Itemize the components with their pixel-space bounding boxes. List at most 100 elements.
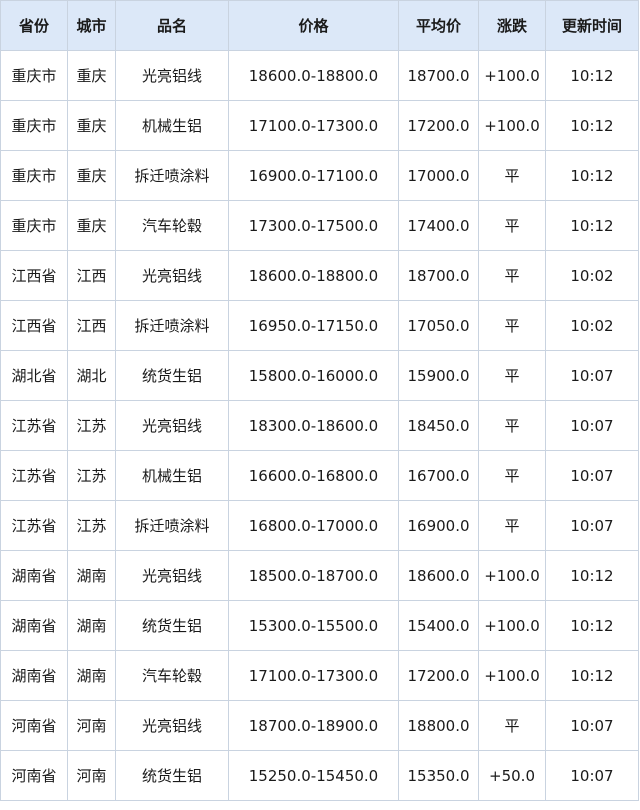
product-cell: 光亮铝线: [115, 700, 229, 751]
product-cell: 光亮铝线: [115, 250, 229, 301]
city-cell: 重庆: [67, 50, 116, 101]
city-cell: 重庆: [67, 100, 116, 151]
city-cell: 江苏: [67, 500, 116, 551]
header-product: 品名: [115, 0, 229, 51]
product-cell: 统货生铝: [115, 600, 229, 651]
change-cell: 平: [478, 150, 546, 201]
price-range-cell: 15300.0-15500.0: [228, 600, 399, 651]
price-range-cell: 18700.0-18900.0: [228, 700, 399, 751]
table-row: 江西省 江西 拆迁喷涂料 16950.0-17150.0 17050.0 平 10:02: [0, 300, 639, 351]
update-time-cell: 10:12: [545, 550, 639, 601]
update-time-cell: 10:12: [545, 600, 639, 651]
table-row: 重庆市 重庆 汽车轮毂 17300.0-17500.0 17400.0 平 10:12: [0, 200, 639, 251]
price-range-cell: 18300.0-18600.0: [228, 400, 399, 451]
update-time-cell: 10:07: [545, 450, 639, 501]
city-cell: 重庆: [67, 150, 116, 201]
table-row: 湖南省 湖南 汽车轮毂 17100.0-17300.0 17200.0 +100.0 10:…: [0, 650, 639, 701]
price-range-cell: 18600.0-18800.0: [228, 250, 399, 301]
city-cell: 河南: [67, 700, 116, 751]
update-time-cell: 10:12: [545, 150, 639, 201]
price-table: 省份 城市 品名 价格 平均价 涨跌 更新时间 重庆市 重庆 光亮铝线 18600.0…: [0, 0, 639, 801]
header-city: 城市: [67, 0, 116, 51]
product-cell: 光亮铝线: [115, 400, 229, 451]
table-row: 江苏省 江苏 拆迁喷涂料 16800.0-17000.0 16900.0 平 10:07: [0, 500, 639, 551]
update-time-cell: 10:12: [545, 100, 639, 151]
province-cell: 湖南省: [0, 600, 68, 651]
product-cell: 拆迁喷涂料: [115, 300, 229, 351]
price-range-cell: 15800.0-16000.0: [228, 350, 399, 401]
change-cell: 平: [478, 450, 546, 501]
province-cell: 河南省: [0, 700, 68, 751]
price-range-cell: 16600.0-16800.0: [228, 450, 399, 501]
update-time-cell: 10:02: [545, 250, 639, 301]
change-cell: +100.0: [478, 100, 546, 151]
update-time-cell: 10:12: [545, 650, 639, 701]
change-cell: 平: [478, 500, 546, 551]
update-time-cell: 10:07: [545, 500, 639, 551]
average-price-cell: 15350.0: [398, 750, 479, 801]
change-cell: 平: [478, 300, 546, 351]
product-cell: 拆迁喷涂料: [115, 150, 229, 201]
product-cell: 机械生铝: [115, 100, 229, 151]
average-price-cell: 16700.0: [398, 450, 479, 501]
city-cell: 江苏: [67, 450, 116, 501]
change-cell: +100.0: [478, 50, 546, 101]
price-range-cell: 17300.0-17500.0: [228, 200, 399, 251]
product-cell: 光亮铝线: [115, 50, 229, 101]
table-row: 湖南省 湖南 统货生铝 15300.0-15500.0 15400.0 +100.0 10:…: [0, 600, 639, 651]
city-cell: 湖北: [67, 350, 116, 401]
average-price-cell: 16900.0: [398, 500, 479, 551]
table-header: 省份 城市 品名 价格 平均价 涨跌 更新时间: [0, 0, 639, 51]
average-price-cell: 18700.0: [398, 250, 479, 301]
product-cell: 统货生铝: [115, 350, 229, 401]
price-range-cell: 16950.0-17150.0: [228, 300, 399, 351]
province-cell: 重庆市: [0, 100, 68, 151]
table-row: 湖南省 湖南 光亮铝线 18500.0-18700.0 18600.0 +100.0 10:…: [0, 550, 639, 601]
table-row: 重庆市 重庆 拆迁喷涂料 16900.0-17100.0 17000.0 平 10:12: [0, 150, 639, 201]
average-price-cell: 18800.0: [398, 700, 479, 751]
city-cell: 重庆: [67, 200, 116, 251]
average-price-cell: 18700.0: [398, 50, 479, 101]
change-cell: +100.0: [478, 650, 546, 701]
table-row: 湖北省 湖北 统货生铝 15800.0-16000.0 15900.0 平 10:07: [0, 350, 639, 401]
average-price-cell: 18450.0: [398, 400, 479, 451]
average-price-cell: 17200.0: [398, 100, 479, 151]
header-change: 涨跌: [478, 0, 546, 51]
province-cell: 江西省: [0, 250, 68, 301]
product-cell: 统货生铝: [115, 750, 229, 801]
price-range-cell: 17100.0-17300.0: [228, 100, 399, 151]
product-cell: 光亮铝线: [115, 550, 229, 601]
city-cell: 江西: [67, 300, 116, 351]
change-cell: 平: [478, 400, 546, 451]
city-cell: 江苏: [67, 400, 116, 451]
province-cell: 江苏省: [0, 450, 68, 501]
header-province: 省份: [0, 0, 68, 51]
average-price-cell: 15400.0: [398, 600, 479, 651]
price-range-cell: 16900.0-17100.0: [228, 150, 399, 201]
average-price-cell: 18600.0: [398, 550, 479, 601]
city-cell: 湖南: [67, 650, 116, 701]
average-price-cell: 17400.0: [398, 200, 479, 251]
province-cell: 江苏省: [0, 500, 68, 551]
table-row: 重庆市 重庆 光亮铝线 18600.0-18800.0 18700.0 +100.0 10:…: [0, 50, 639, 101]
province-cell: 湖南省: [0, 650, 68, 701]
change-cell: +100.0: [478, 600, 546, 651]
product-cell: 汽车轮毂: [115, 650, 229, 701]
update-time-cell: 10:12: [545, 50, 639, 101]
province-cell: 重庆市: [0, 200, 68, 251]
update-time-cell: 10:12: [545, 200, 639, 251]
update-time-cell: 10:02: [545, 300, 639, 351]
province-cell: 湖北省: [0, 350, 68, 401]
change-cell: 平: [478, 700, 546, 751]
header-price: 价格: [228, 0, 399, 51]
product-cell: 机械生铝: [115, 450, 229, 501]
table-row: 江苏省 江苏 机械生铝 16600.0-16800.0 16700.0 平 10:07: [0, 450, 639, 501]
province-cell: 重庆市: [0, 150, 68, 201]
update-time-cell: 10:07: [545, 350, 639, 401]
city-cell: 湖南: [67, 600, 116, 651]
city-cell: 河南: [67, 750, 116, 801]
average-price-cell: 17050.0: [398, 300, 479, 351]
average-price-cell: 17200.0: [398, 650, 479, 701]
price-range-cell: 18500.0-18700.0: [228, 550, 399, 601]
table-row: 江苏省 江苏 光亮铝线 18300.0-18600.0 18450.0 平 10:07: [0, 400, 639, 451]
